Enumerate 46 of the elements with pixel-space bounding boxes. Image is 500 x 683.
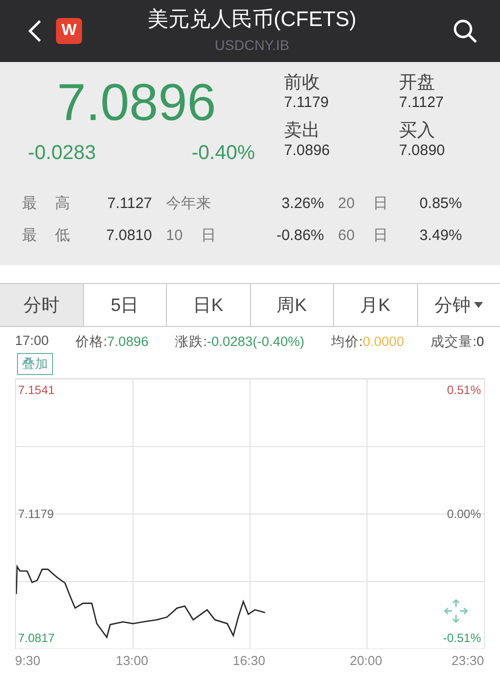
stat-label: 10 日 bbox=[165, 226, 217, 244]
app-logo: W bbox=[56, 18, 82, 44]
chart-tab[interactable]: 分时 bbox=[0, 284, 84, 326]
axis-label: 9:30 bbox=[15, 653, 40, 668]
field-label: 买入 bbox=[399, 120, 436, 140]
info-item: 成交量:0 bbox=[430, 333, 484, 351]
stat-value: 0.85% bbox=[418, 194, 462, 212]
field-label: 开盘 bbox=[399, 72, 436, 93]
stat-value: -0.86% bbox=[275, 226, 324, 244]
field-value: 7.0896 bbox=[284, 140, 331, 160]
field-label: 卖出 bbox=[284, 120, 321, 140]
axis-label: 7.1179 bbox=[18, 507, 54, 521]
info-item: 价格:7.0896 bbox=[75, 333, 148, 351]
back-icon[interactable] bbox=[28, 19, 42, 43]
time-label: 17:00 bbox=[15, 333, 49, 350]
stat-value: 3.49% bbox=[418, 226, 462, 244]
stat-value: 7.0810 bbox=[105, 226, 152, 244]
stat-value: 3.26% bbox=[280, 194, 324, 212]
last-price: 7.0896 bbox=[57, 73, 218, 134]
price-change: -0.0283 bbox=[28, 142, 96, 165]
axis-label: 0.00% bbox=[446, 507, 481, 521]
axis-label: -0.51% bbox=[442, 631, 481, 646]
axis-label: 23:30 bbox=[451, 653, 484, 668]
search-icon[interactable] bbox=[452, 18, 478, 44]
percent-change: -0.40% bbox=[192, 142, 255, 165]
axis-label: 16:30 bbox=[232, 653, 266, 668]
stat-value: 7.1127 bbox=[106, 194, 152, 212]
info-item: 均价:0.0000 bbox=[331, 333, 404, 351]
field-value: 7.0890 bbox=[399, 140, 446, 160]
field-value: 7.1179 bbox=[284, 93, 330, 113]
field-value: 7.1127 bbox=[399, 93, 445, 113]
stat-label: 60 日 bbox=[337, 226, 386, 244]
axis-label: 20:00 bbox=[350, 653, 382, 668]
field-label: 前收 bbox=[284, 72, 321, 93]
axis-label: 7.0817 bbox=[18, 631, 55, 646]
caret-icon bbox=[474, 302, 484, 308]
axis-label: 7.1541 bbox=[18, 382, 55, 397]
axis-label: 0.51% bbox=[446, 382, 481, 397]
stat-label: 20 日 bbox=[337, 194, 386, 212]
stat-label: 最 低 bbox=[22, 226, 72, 244]
window-title: 美元兑人民币(CFETS) bbox=[148, 7, 356, 33]
stat-label: 今年来 bbox=[165, 194, 212, 212]
axis-label: 13:00 bbox=[116, 653, 148, 668]
symbol-code: USDCNY.IB bbox=[214, 36, 290, 55]
info-item: 涨跌:-0.0283(-0.40%) bbox=[175, 333, 304, 351]
stat-label: 最 高 bbox=[22, 194, 72, 212]
